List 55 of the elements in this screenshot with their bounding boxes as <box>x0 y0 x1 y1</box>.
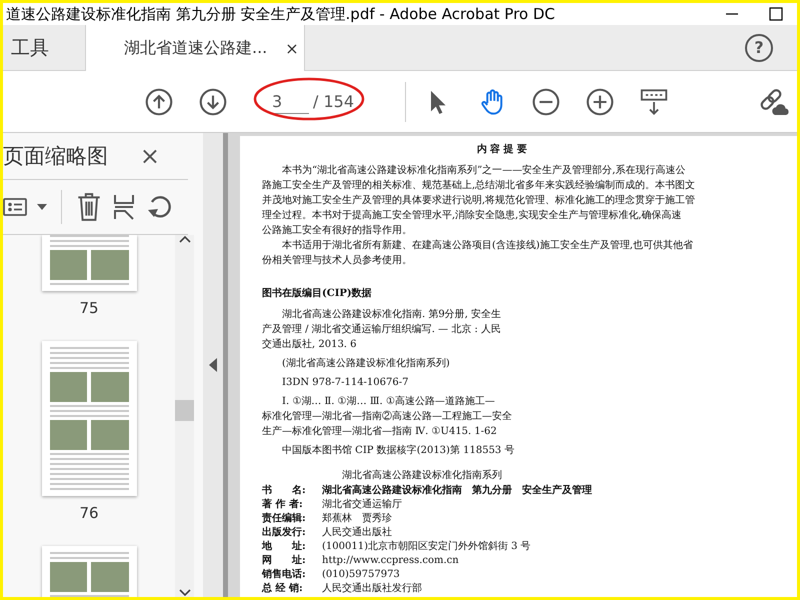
catalog-entry: Ⅰ. ①湖… Ⅱ. ①湖… Ⅲ. ①高速公路—道路施工— 标准化管理—湖北省—指南②高速公路—工程施工—安全 生产—标准化管理—湖北省—指南 Ⅳ. ①U415. 1-62 <box>262 394 513 439</box>
caret-icon[interactable] <box>37 204 47 210</box>
info-value: 湖北省高速公路建设标准化指南 第九分册 安全生产及管理 <box>322 484 592 498</box>
info-label: 地 址: <box>262 540 307 554</box>
info-label: 总 经 销: <box>262 582 304 596</box>
help-button[interactable]: ? <box>745 34 773 62</box>
info-value: http://www.ccpress.com.cn <box>322 554 459 568</box>
catalog-entry: 湖北省高速公路建设标准化指南. 第9分册, 安全生 产及管理 / 湖北省交通运输厅组织编写. — 北京 : 人民 交通出版社, 2013. 6 <box>262 308 502 352</box>
info-value: 湖北省交通运输厅 <box>322 498 402 512</box>
chevron-up-icon[interactable] <box>178 235 190 243</box>
catalog-entry: I3DN 978-7-114-10676-7 <box>281 376 410 390</box>
catalog-entry: 中国版本图书馆 CIP 数据核字(2013)第 118553 号 <box>281 444 516 458</box>
page-number-label: 76 <box>79 504 99 522</box>
info-label: 书 名: <box>262 484 307 498</box>
page-up-icon[interactable] <box>145 88 173 116</box>
scrollbar-thumb[interactable] <box>175 400 194 421</box>
page-thumbnail[interactable] <box>42 341 136 496</box>
page-number-field[interactable]: 3 <box>269 90 309 114</box>
close-panel-button[interactable]: × <box>140 142 160 170</box>
page-total: / 154 <box>313 92 354 111</box>
paragraph: 本书适用于湖北省所有新建、在建高速公路项目(含连接线)施工安全生产及管理,也可供其他省 份相关管理与技术人员参考使用。 <box>262 238 694 268</box>
extract-pages-icon[interactable] <box>112 193 136 221</box>
catalog-entry: (湖北省高速公路建设标准化指南系列) <box>281 356 451 371</box>
page-number-label: 75 <box>79 299 99 317</box>
thumbnail-options-icon[interactable] <box>3 197 27 217</box>
close-tab-button[interactable]: × <box>285 38 299 58</box>
collapse-arrow-icon[interactable] <box>209 358 217 372</box>
keyboard-arrow-icon[interactable] <box>640 88 668 116</box>
info-value: 郑蕉林 贾秀珍 <box>322 512 392 526</box>
info-label: 销售电话: <box>262 568 307 582</box>
link-cloud-icon[interactable] <box>759 86 789 116</box>
chevron-down-icon[interactable] <box>178 589 190 597</box>
page-thumbnail[interactable] <box>42 235 136 291</box>
info-value: (010)59757973 <box>322 568 400 582</box>
trash-icon[interactable] <box>76 192 102 222</box>
page-heading: 内 容 提 要 <box>476 142 528 157</box>
info-label: 著 作 者: <box>262 498 304 512</box>
zoom-out-icon[interactable] <box>532 88 560 116</box>
info-value: (100011)北京市朝阳区安定门外外馆斜街 3 号 <box>322 540 531 554</box>
page-down-icon[interactable] <box>199 88 227 116</box>
scrollbar[interactable] <box>175 235 194 597</box>
panel-title: 页面缩略图 <box>3 143 108 170</box>
document-tab[interactable]: 湖北省道速公路建... × <box>85 25 305 71</box>
page-thumbnail[interactable] <box>42 546 136 597</box>
zoom-in-icon[interactable] <box>586 88 614 116</box>
paragraph: 本书为“湖北省高速公路建设标准化指南系列”之一——安全生产及管理部分,系在现行高速公 路施工安全生产及管理的相关标准、规范基础上,总结湖北省多年来实践经验编制而成的。本书图文 并茂地对施工安全生产及管理的具体要求进行说明,将规范化管理、标准化施工的理念贯穿于施工管 理全过程。本书对于提高施工安全管理水平,消除安全隐患,实现安全生产与管理标准化,确保高速 公路施工安全有很好的指导作用。 <box>262 164 696 238</box>
info-value: 人民交通出版社 <box>322 526 392 540</box>
maximize-icon[interactable] <box>769 7 783 21</box>
info-label: 网 址: <box>262 554 307 568</box>
window-title: 道速公路建设标准化指南 第九分册 安全生产及管理.pdf - Adobe Acrobat Pro DC <box>6 4 556 24</box>
info-label: 出版发行: <box>262 526 307 540</box>
series-title: 湖北省高速公路建设标准化指南系列 <box>342 468 503 483</box>
info-value: 人民交通出版社发行部 <box>322 582 422 596</box>
section-heading: 图书在版编目(CIP)数据 <box>262 286 373 301</box>
info-label: 责任编辑: <box>262 512 307 526</box>
